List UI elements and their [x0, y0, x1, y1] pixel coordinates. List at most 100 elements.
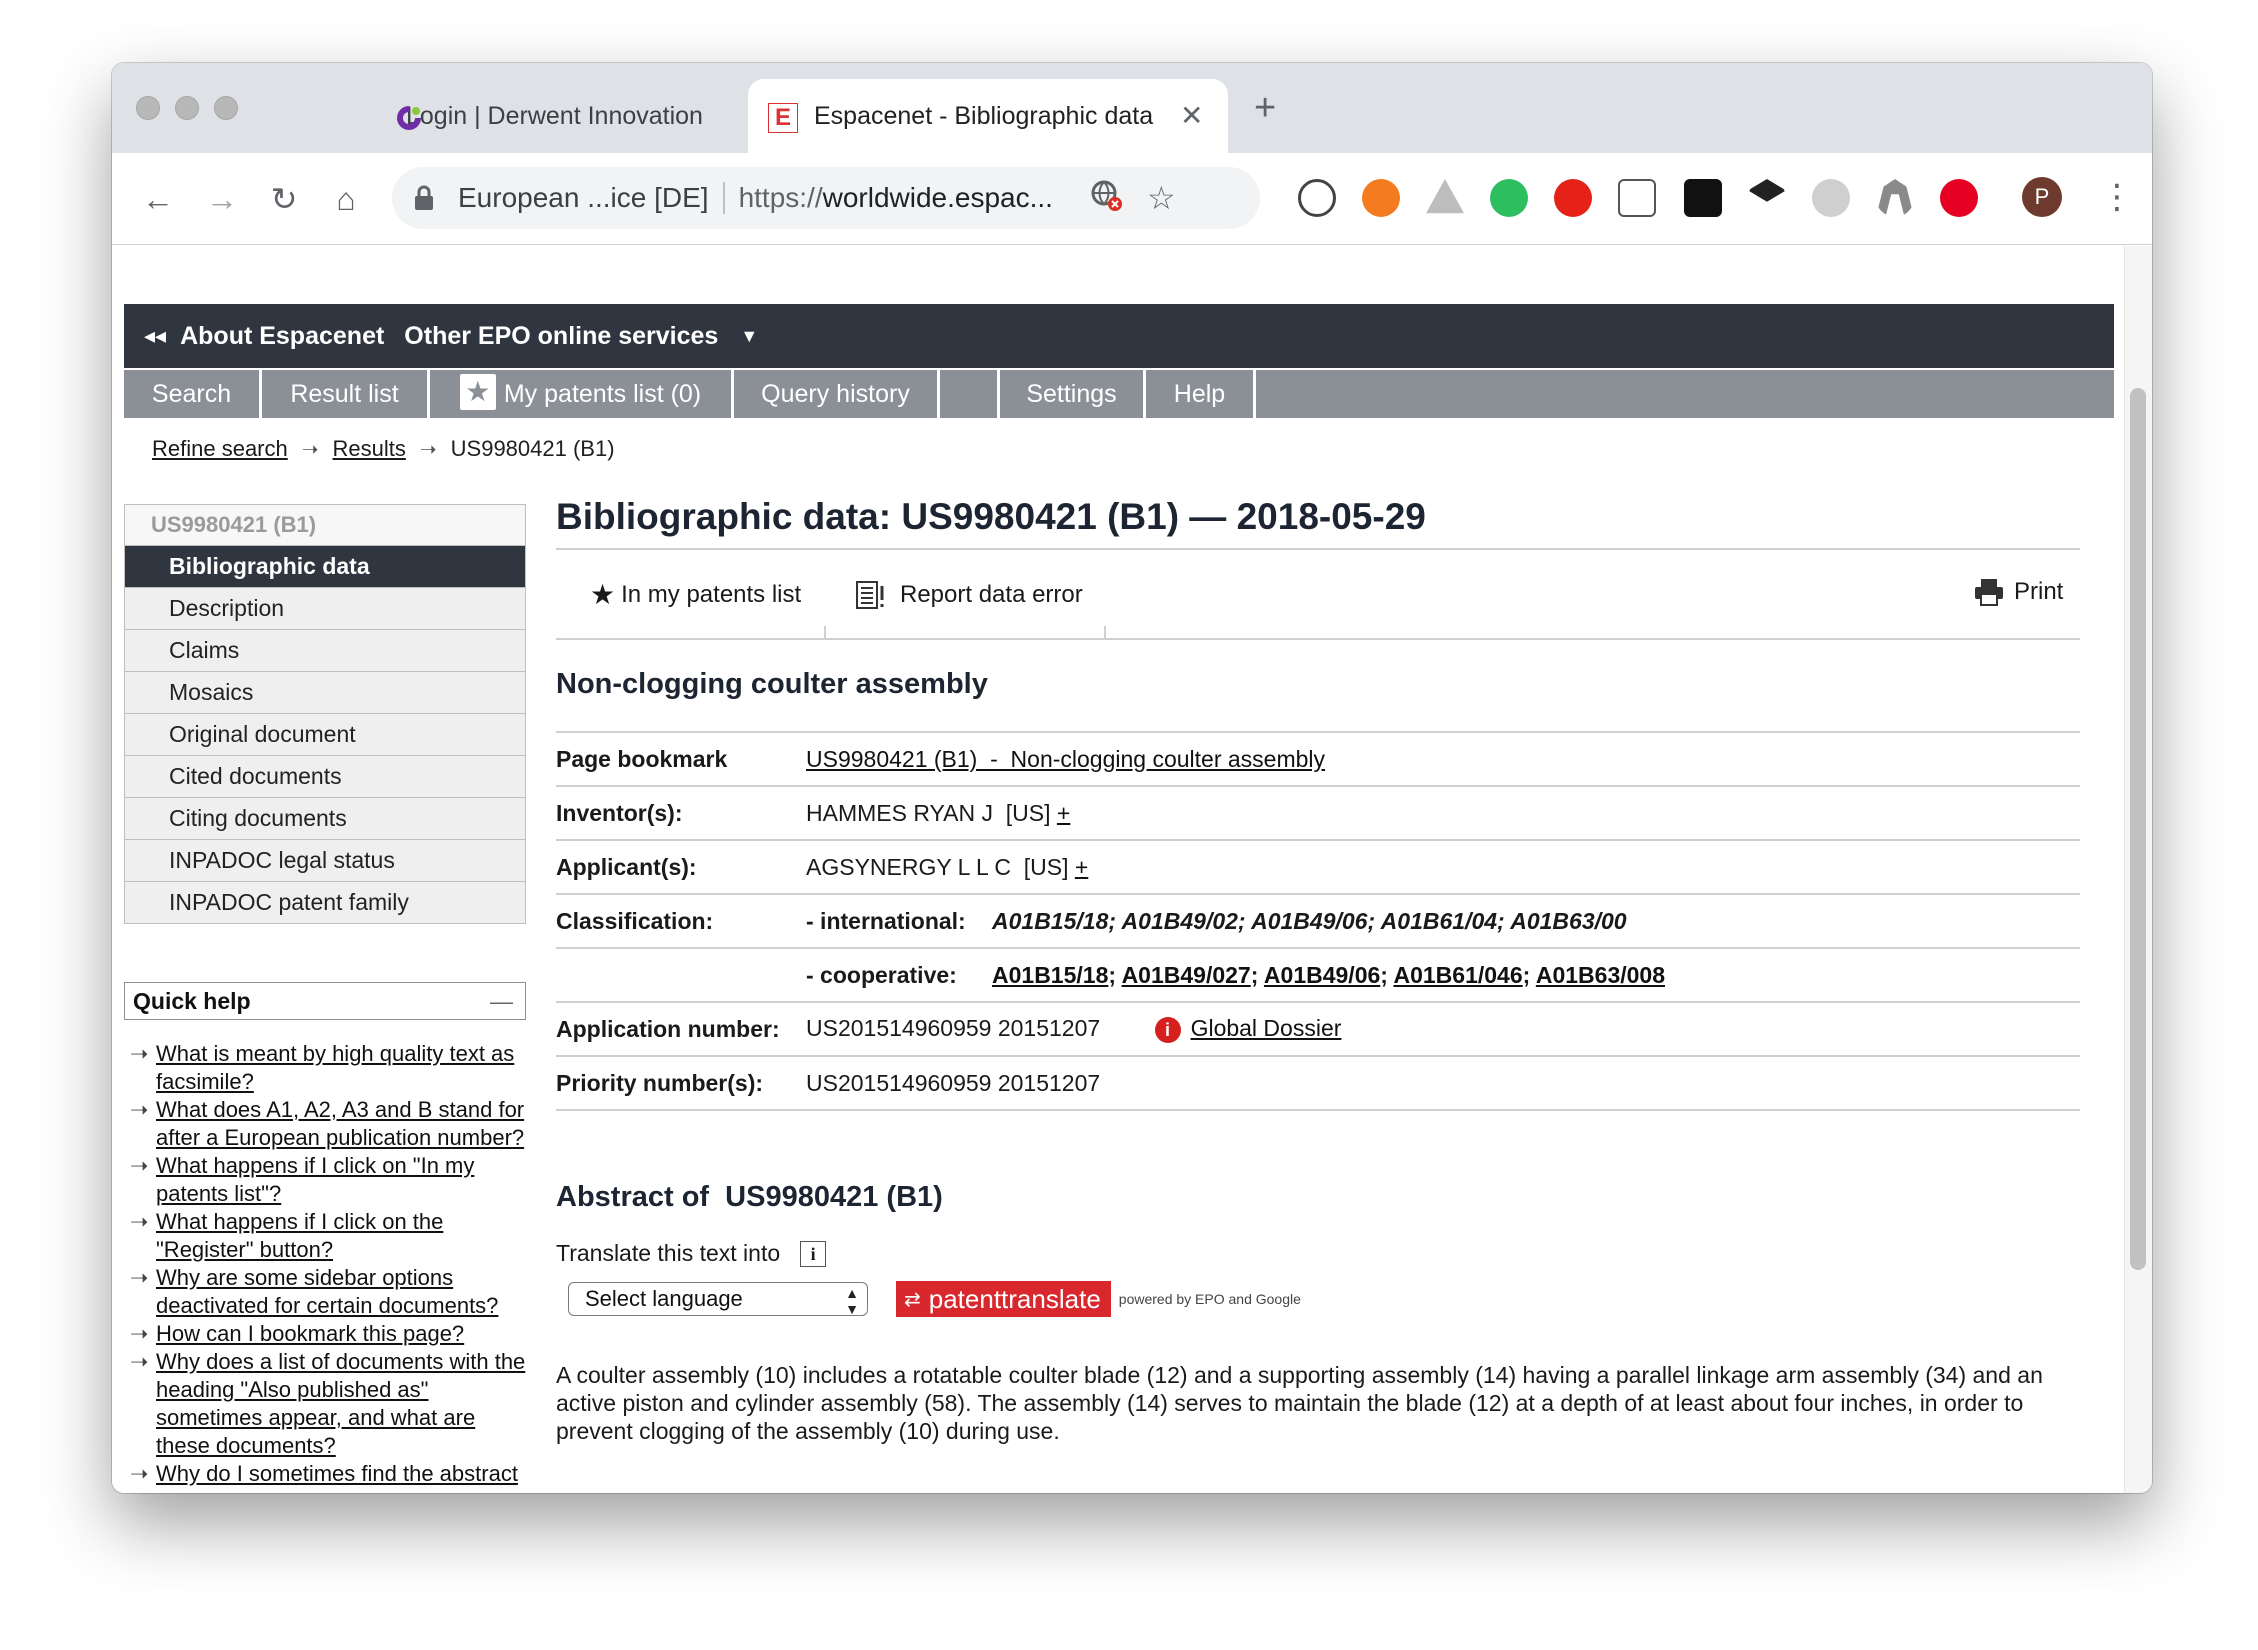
- patent-title: Non-clogging coulter assembly: [556, 668, 2080, 701]
- maximize-window-button[interactable]: [214, 96, 238, 120]
- bookmark-star-icon[interactable]: ☆: [1147, 179, 1176, 217]
- breadcrumb-results[interactable]: Results: [333, 436, 406, 462]
- report-error-button[interactable]: Report data error: [854, 578, 1083, 612]
- help-link[interactable]: Why are some sidebar options deactivated…: [156, 1265, 498, 1318]
- extension-hand-icon[interactable]: [1618, 179, 1656, 217]
- forward-icon[interactable]: →: [202, 179, 242, 219]
- evernote-icon[interactable]: [1490, 179, 1528, 217]
- extension-lock-icon[interactable]: [1684, 179, 1722, 217]
- close-icon[interactable]: ✕: [1180, 99, 1203, 132]
- sidebar-item-mosaics[interactable]: Mosaics: [124, 672, 526, 714]
- help-link[interactable]: Why does a list of documents with the he…: [156, 1349, 525, 1458]
- patenttranslate-logo[interactable]: ⇄ patenttranslate: [896, 1281, 1111, 1317]
- pinterest-icon[interactable]: [1940, 179, 1978, 217]
- extension-circle-icon[interactable]: [1812, 179, 1850, 217]
- minimize-window-button[interactable]: [175, 96, 199, 120]
- print-label: Print: [2014, 578, 2063, 606]
- expand-inventors-link[interactable]: +: [1057, 800, 1070, 826]
- menu-kebab-icon[interactable]: ⋮: [2100, 177, 2134, 217]
- list-item: ➝ Why are some sidebar options deactivate…: [124, 1264, 526, 1320]
- coop-code-link[interactable]: A01B15/18: [992, 962, 1108, 988]
- info-icon[interactable]: i: [800, 1241, 826, 1267]
- double-chevron-left-icon[interactable]: ◂◂: [144, 323, 166, 349]
- sidebar-item-citing-documents[interactable]: Citing documents: [124, 798, 526, 840]
- in-my-patents-button[interactable]: ★ In my patents list: [590, 578, 801, 611]
- tab-espacenet[interactable]: E Espacenet - Bibliographic data ✕: [748, 79, 1228, 153]
- arrow-right-icon: ➝: [130, 1264, 148, 1292]
- sidebar-item-inpadoc-legal-status[interactable]: INPADOC legal status: [124, 840, 526, 882]
- omnibox-separator: [723, 182, 725, 214]
- list-item: ➝What happens if I click on the "Registe…: [124, 1208, 526, 1264]
- espacenet-icon: E: [768, 103, 798, 133]
- close-window-button[interactable]: [136, 96, 160, 120]
- chevron-down-icon[interactable]: ▼: [740, 326, 758, 347]
- coop-code-link[interactable]: A01B49/027: [1122, 962, 1251, 988]
- extension-drive-icon[interactable]: [1426, 179, 1464, 217]
- sidebar-item-claims[interactable]: Claims: [124, 630, 526, 672]
- adblock-icon[interactable]: [1554, 179, 1592, 217]
- table-row: Application number: US201514960959 20151…: [556, 1003, 2080, 1057]
- page-bookmark-link[interactable]: US9980421 (B1) - Non-clogging coulter as…: [806, 746, 1325, 772]
- new-tab-button[interactable]: +: [1254, 93, 1276, 123]
- coop-code-link[interactable]: A01B49/06: [1264, 962, 1380, 988]
- address-bar[interactable]: European ...ice [DE] https://worldwide.e…: [392, 167, 1260, 229]
- extension-1password-icon[interactable]: [1298, 179, 1336, 217]
- translate-row: Translate this text into i: [556, 1240, 2080, 1267]
- coop-code-link[interactable]: A01B63/008: [1536, 962, 1665, 988]
- help-link[interactable]: What happens if I click on "In my patent…: [156, 1153, 474, 1206]
- help-link[interactable]: What happens if I click on the "Register…: [156, 1209, 443, 1262]
- arrow-right-icon: ➝: [302, 437, 319, 462]
- coop-classification-label: - cooperative:: [806, 962, 992, 989]
- menu-settings[interactable]: Settings: [1000, 370, 1146, 418]
- page-scrollbar[interactable]: [2124, 246, 2152, 1493]
- translate-blocked-icon[interactable]: [1089, 178, 1123, 219]
- screenshot-stage: Login | Derwent Innovation ✕ E Espacenet…: [0, 0, 2258, 1650]
- back-icon[interactable]: ←: [138, 179, 178, 219]
- help-link[interactable]: How can I bookmark this page?: [156, 1321, 464, 1346]
- inventors-value: HAMMES RYAN J [US]: [806, 800, 1051, 826]
- print-button[interactable]: Print: [1974, 578, 2063, 606]
- menu-result-list[interactable]: Result list: [262, 370, 430, 418]
- menu-query-history[interactable]: Query history: [734, 370, 940, 418]
- collapse-icon[interactable]: —: [490, 983, 513, 1019]
- coop-code-link[interactable]: A01B61/046: [1393, 962, 1522, 988]
- reload-icon[interactable]: ↻: [264, 179, 304, 219]
- other-services-link[interactable]: Other EPO online services: [404, 322, 718, 351]
- expand-applicants-link[interactable]: +: [1075, 854, 1088, 880]
- language-select-value: Select language: [585, 1286, 743, 1311]
- arrow-right-icon: ➝: [420, 437, 437, 462]
- buffer-icon[interactable]: [1748, 179, 1786, 217]
- sidebar-item-description[interactable]: Description: [124, 588, 526, 630]
- global-dossier-link[interactable]: Global Dossier: [1191, 1015, 1342, 1041]
- breadcrumb-current: US9980421 (B1): [451, 436, 615, 462]
- list-item: ➝How can I bookmark this page?: [124, 1320, 526, 1348]
- extension-b-icon[interactable]: [1362, 179, 1400, 217]
- help-link[interactable]: Why do I sometimes find the abstract of …: [156, 1461, 518, 1493]
- help-link[interactable]: What is meant by high quality text as fa…: [156, 1041, 514, 1094]
- language-select[interactable]: Select language ▲▼: [568, 1282, 868, 1316]
- sidebar-item-inpadoc-patent-family[interactable]: INPADOC patent family: [124, 882, 526, 924]
- sidebar-item-original-document[interactable]: Original document: [124, 714, 526, 756]
- divider: [1104, 626, 1106, 640]
- menu-my-patents[interactable]: ★My patents list (0): [430, 370, 734, 418]
- sidebar-item-bibliographic-data[interactable]: Bibliographic data: [124, 546, 526, 588]
- list-item: ➝What happens if I click on "In my paten…: [124, 1152, 526, 1208]
- about-espacenet-link[interactable]: About Espacenet: [180, 322, 384, 351]
- select-arrows-icon: ▲▼: [845, 1283, 859, 1317]
- browser-toolbar: ← → ↻ ⌂ European ...ice [DE] https://wor…: [112, 153, 2152, 245]
- clarivate-icon: [394, 103, 424, 133]
- bibliographic-table: Page bookmark US9980421 (B1) - Non-clogg…: [556, 731, 2080, 1111]
- sidebar-item-cited-documents[interactable]: Cited documents: [124, 756, 526, 798]
- breadcrumb-refine-search[interactable]: Refine search: [152, 436, 288, 462]
- menu-my-patents-label: My patents list (0): [504, 380, 701, 408]
- quick-help-title: Quick help: [133, 988, 251, 1014]
- quick-help-header[interactable]: Quick help —: [124, 982, 526, 1020]
- menu-help[interactable]: Help: [1146, 370, 1256, 418]
- profile-avatar[interactable]: P: [2022, 177, 2062, 217]
- help-link[interactable]: What does A1, A2, A3 and B stand for aft…: [156, 1097, 524, 1150]
- scrollbar-thumb[interactable]: [2130, 388, 2146, 1270]
- home-icon[interactable]: ⌂: [326, 179, 366, 219]
- extension-arch-icon[interactable]: [1876, 179, 1914, 217]
- menu-search[interactable]: Search: [124, 370, 262, 418]
- powered-by-text: powered by EPO and Google: [1119, 1291, 1301, 1307]
